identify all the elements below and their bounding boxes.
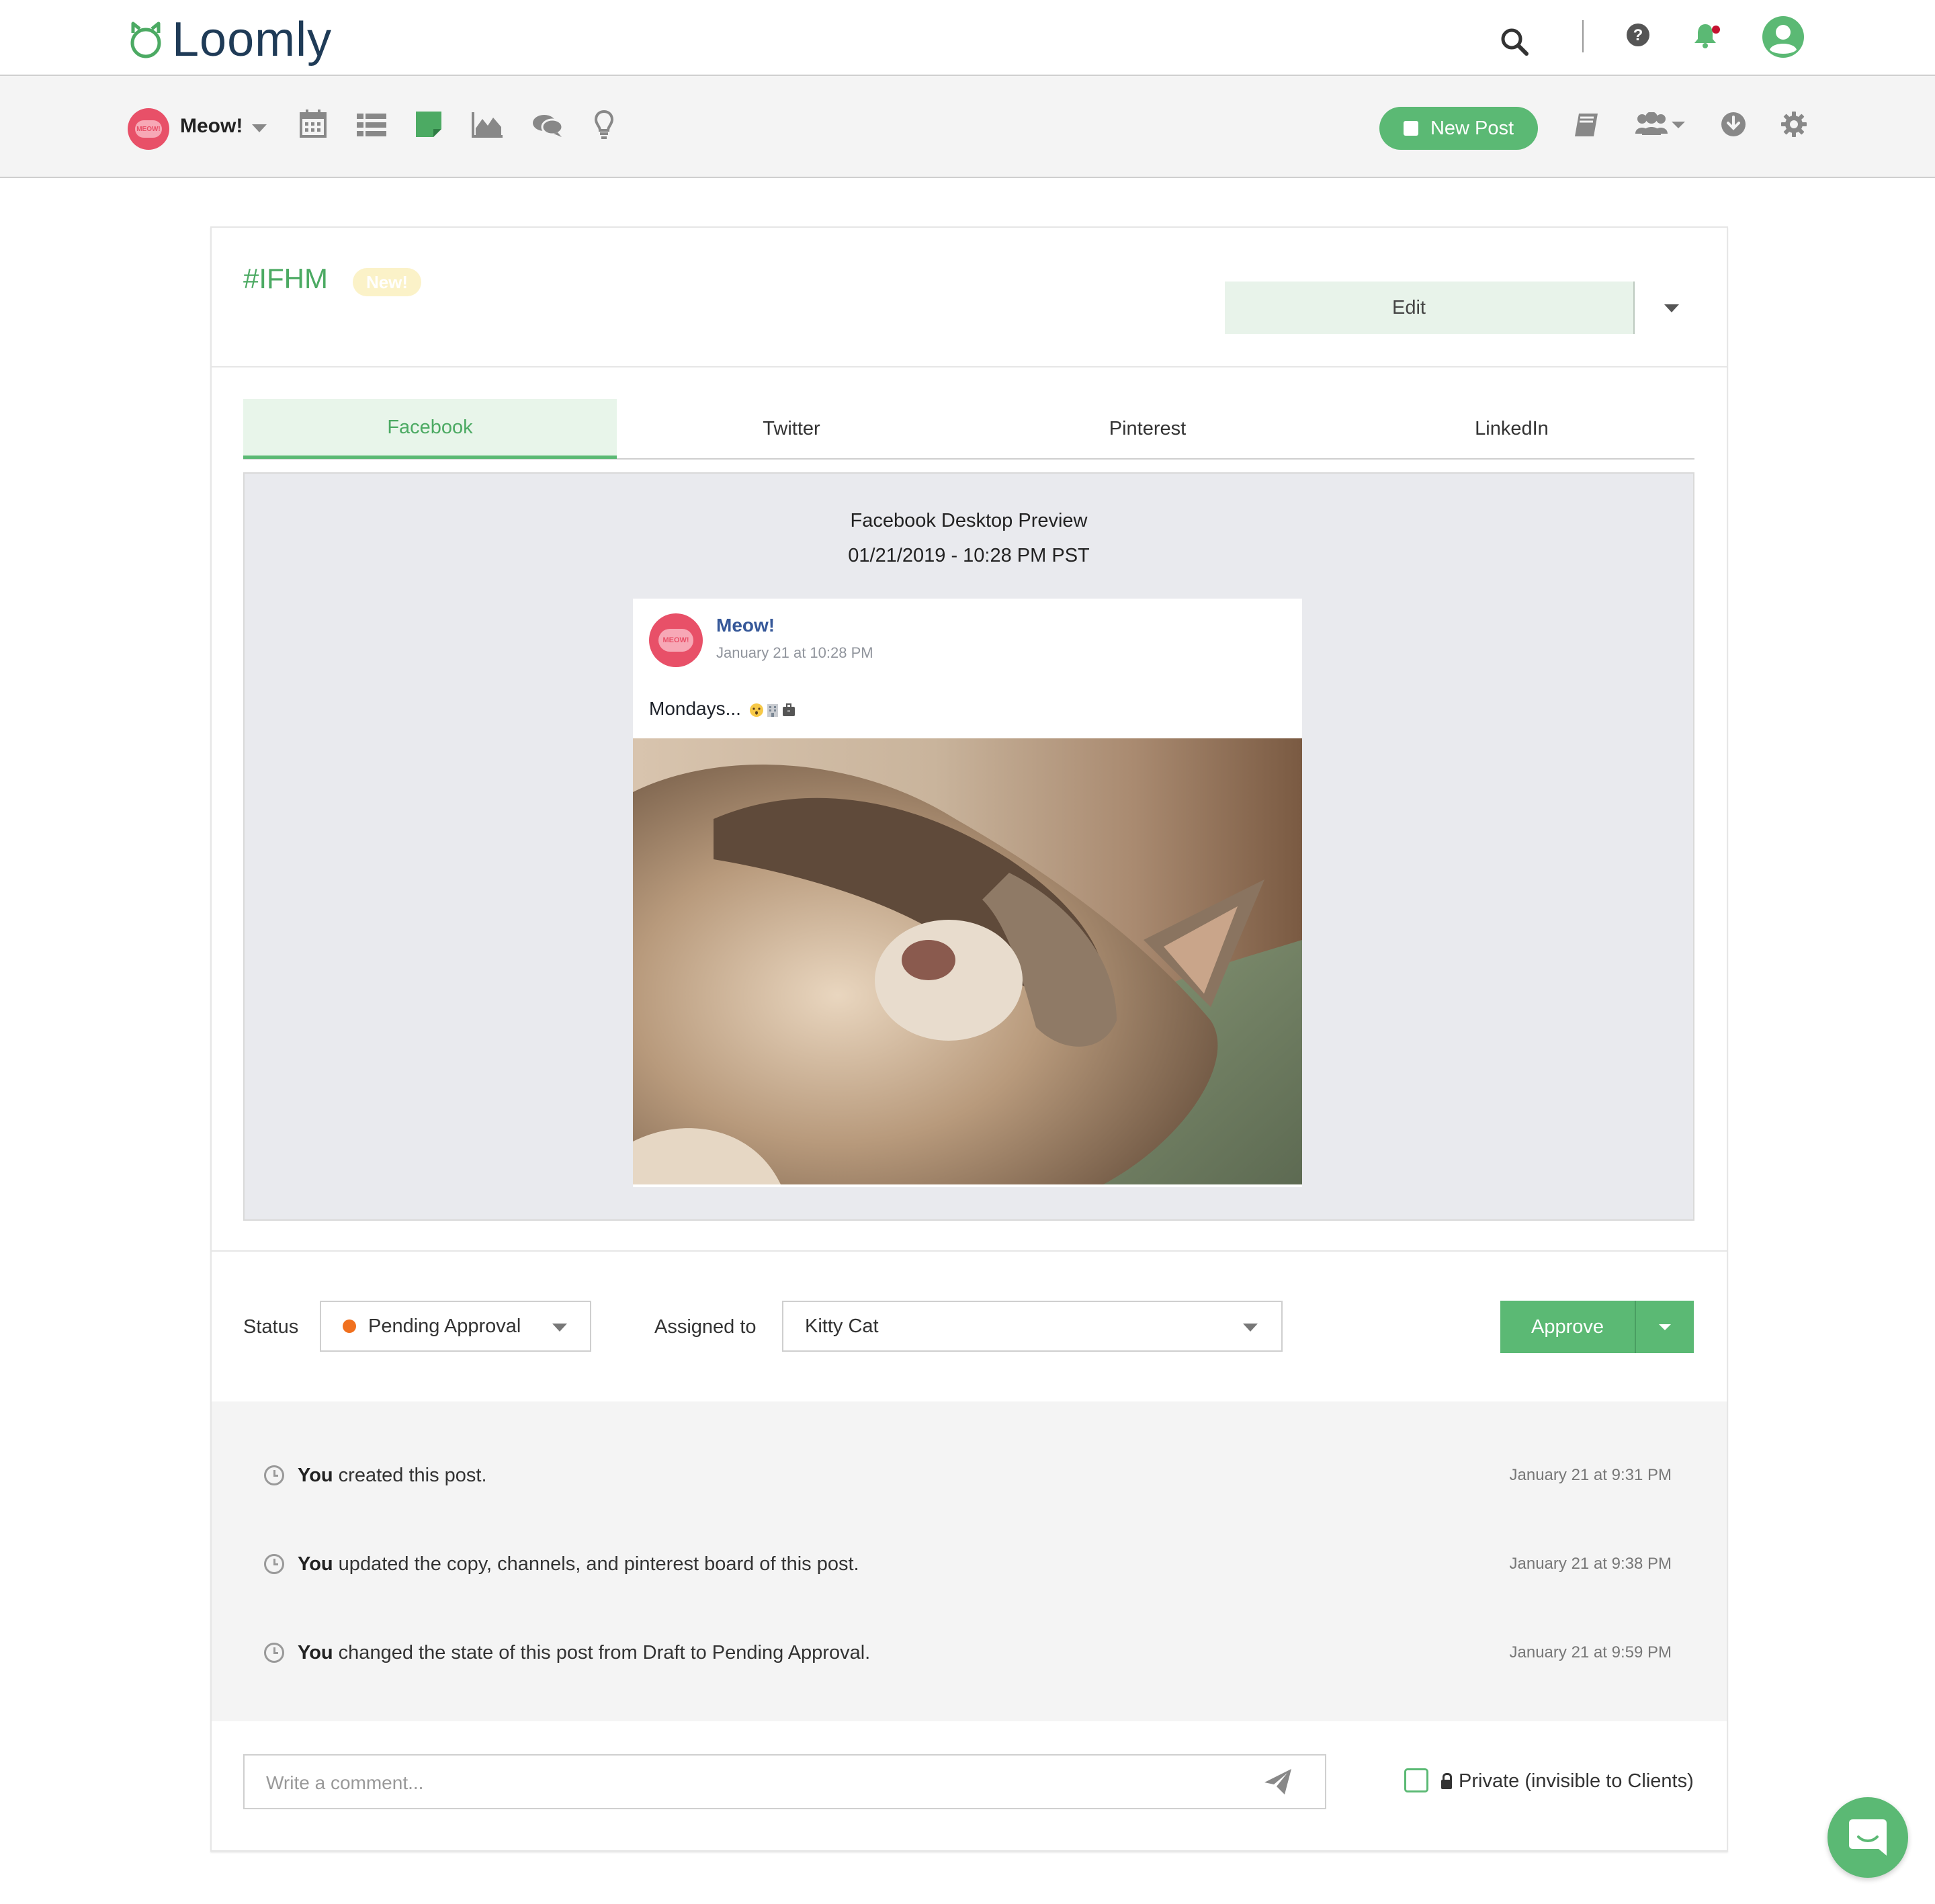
new-post-label: New Post [1430, 117, 1514, 139]
private-checkbox[interactable] [1404, 1768, 1428, 1792]
new-post-note-icon [1403, 121, 1418, 136]
fb-page-avatar: MEOW! [649, 613, 703, 667]
private-label: Private (invisible to Clients) [1459, 1770, 1694, 1792]
approve-caret-icon [1659, 1324, 1671, 1330]
facebook-post-preview: MEOW! Meow! January 21 at 10:28 PM Monda… [633, 599, 1302, 1187]
preview-title: Facebook Desktop Preview [850, 510, 1088, 531]
fb-page-avatar-label: MEOW! [658, 629, 693, 652]
channel-tabs: Facebook Twitter Pinterest LinkedIn [243, 399, 1694, 460]
edit-button[interactable]: Edit [1225, 297, 1633, 319]
post-note-icon[interactable] [416, 112, 441, 137]
approve-button[interactable]: Approve [1500, 1301, 1635, 1353]
cat-photo [633, 738, 1302, 1184]
fb-post-text-row: Mondays... [649, 698, 796, 720]
activity-time: January 21 at 9:31 PM [1509, 1466, 1672, 1484]
search-icon[interactable] [1500, 27, 1529, 56]
lock-icon [1441, 1772, 1452, 1789]
new-post-button[interactable]: New Post [1379, 107, 1538, 150]
activity-time: January 21 at 9:38 PM [1509, 1555, 1672, 1573]
clock-icon [264, 1554, 284, 1574]
post-title: #IFHM [243, 263, 328, 294]
help-icon[interactable]: ? [1626, 23, 1650, 47]
assignee-caret-icon [1243, 1324, 1258, 1332]
comment-box [243, 1754, 1326, 1809]
loomly-logo[interactable]: Loomly [128, 12, 332, 67]
send-icon[interactable] [1263, 1768, 1293, 1796]
status-value: Pending Approval [368, 1315, 521, 1337]
assignee-value: Kitty Cat [805, 1315, 879, 1337]
header-divider [212, 366, 1727, 367]
toolbar-divider [1582, 20, 1584, 52]
chat-bubble-icon [1849, 1819, 1887, 1856]
tab-facebook-label: Facebook [387, 416, 473, 438]
download-icon[interactable] [1721, 112, 1746, 137]
sub-navigation: MEOW! Meow! New Post [0, 76, 1935, 178]
status-select[interactable]: Pending Approval [320, 1301, 591, 1352]
status-caret-icon [552, 1324, 567, 1332]
private-label-row: Private (invisible to Clients) [1441, 1770, 1694, 1792]
list-icon[interactable] [357, 114, 386, 136]
activity-text: You changed the state of this post from … [298, 1641, 871, 1663]
logo-text: Loomly [172, 13, 333, 67]
tab-facebook[interactable]: Facebook [243, 399, 617, 459]
chat-support-button[interactable] [1828, 1797, 1908, 1878]
bell-icon[interactable] [1692, 20, 1721, 50]
edit-button-group: Edit [1225, 282, 1679, 334]
hushed-face-emoji-icon [749, 703, 763, 717]
briefcase-emoji-icon [782, 703, 795, 716]
approve-button-group: Approve [1500, 1301, 1694, 1353]
library-book-icon[interactable] [1574, 112, 1599, 138]
ideas-lightbulb-icon[interactable] [594, 110, 614, 139]
tab-linkedin-label: LinkedIn [1475, 417, 1549, 439]
edit-options-caret-icon[interactable] [1664, 304, 1679, 312]
status-dot [343, 1319, 356, 1333]
calendar-icon[interactable] [300, 110, 327, 138]
activity-log: You created this post. January 21 at 9:3… [212, 1401, 1727, 1721]
user-avatar-icon[interactable] [1761, 15, 1805, 59]
tab-linkedin[interactable]: LinkedIn [1329, 399, 1694, 458]
calendar-avatar[interactable]: MEOW! [128, 108, 169, 150]
clock-icon [264, 1643, 284, 1663]
calendar-avatar-label: MEOW! [135, 120, 162, 138]
activity-text: You updated the copy, channels, and pint… [298, 1553, 859, 1575]
clock-icon [264, 1465, 284, 1485]
office-building-emoji-icon [767, 703, 778, 717]
calendar-switcher-caret-icon[interactable] [252, 124, 267, 132]
fb-post-text: Mondays... [649, 698, 741, 719]
team-users-icon[interactable] [1635, 112, 1685, 138]
assigned-to-label: Assigned to [654, 1316, 757, 1338]
tab-pinterest[interactable]: Pinterest [966, 399, 1329, 458]
approve-options-button[interactable] [1636, 1301, 1694, 1353]
svg-text:?: ? [1633, 26, 1643, 44]
activity-text: You created this post. [298, 1464, 487, 1486]
preview-date: 01/21/2019 - 10:28 PM PST [848, 545, 1090, 566]
activity-item: You updated the copy, channels, and pint… [264, 1551, 859, 1577]
tab-twitter-label: Twitter [763, 417, 820, 439]
assignee-select[interactable]: Kitty Cat [782, 1301, 1283, 1352]
comments-icon[interactable] [532, 114, 563, 138]
edit-split-divider [1633, 282, 1635, 334]
calendar-name[interactable]: Meow! [180, 115, 243, 138]
loomly-logo-icon [130, 21, 161, 58]
top-bar: Loomly ? [0, 0, 1935, 76]
fb-page-name: Meow! [716, 615, 775, 636]
new-badge: New! [353, 268, 421, 296]
facebook-preview-panel: Facebook Desktop Preview 01/21/2019 - 10… [243, 472, 1694, 1221]
activity-item: You created this post. [264, 1462, 487, 1489]
tab-pinterest-label: Pinterest [1109, 417, 1187, 439]
activity-time: January 21 at 9:59 PM [1509, 1643, 1672, 1661]
fb-post-time: January 21 at 10:28 PM [716, 644, 873, 661]
activity-item: You changed the state of this post from … [264, 1639, 870, 1666]
tab-twitter[interactable]: Twitter [617, 399, 966, 458]
settings-gear-icon[interactable] [1781, 112, 1807, 137]
status-label: Status [243, 1316, 299, 1338]
post-card: #IFHM New! Edit Facebook Twitter Pintere… [210, 226, 1728, 1852]
preview-divider [212, 1250, 1727, 1252]
comment-input[interactable] [265, 1769, 1208, 1797]
analytics-icon[interactable] [472, 112, 503, 138]
